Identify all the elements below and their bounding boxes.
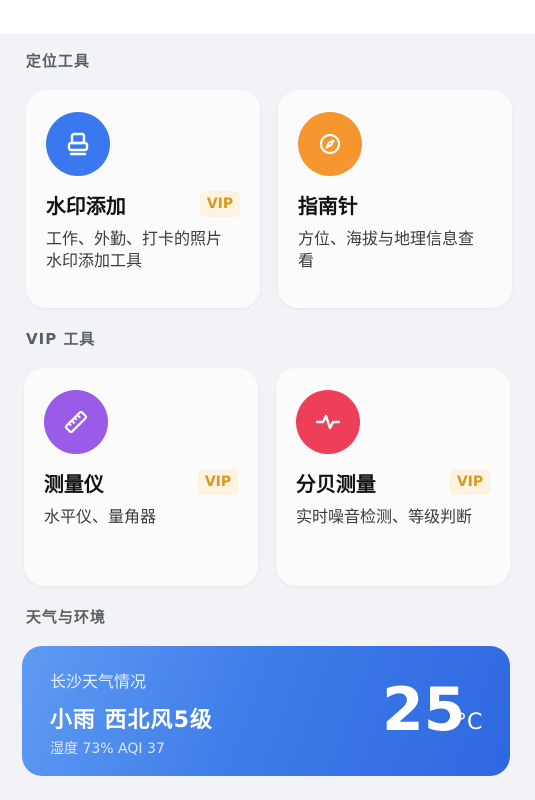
ruler-icon — [44, 390, 108, 454]
card-description: 工作、外勤、打卡的照片水印添加工具 — [46, 229, 223, 270]
section-title-vip: VIP 工具 — [26, 330, 96, 348]
vip-badge: VIP — [450, 469, 490, 495]
card-description: 方位、海拔与地理信息查看 — [298, 229, 475, 270]
card-title: 分贝测量 — [296, 472, 376, 496]
watermark-card[interactable]: 水印添加 VIP 工作、外勤、打卡的照片水印添加工具 — [26, 90, 260, 308]
card-description: 实时噪音检测、等级判断 — [296, 507, 473, 526]
weather-condition: 小雨 西北风5级 — [50, 708, 213, 733]
card-title: 水印添加 — [46, 194, 126, 218]
top-bar — [0, 0, 535, 34]
section-title-location: 定位工具 — [26, 52, 91, 70]
vip-badge: VIP — [200, 191, 240, 217]
compass-icon — [298, 112, 362, 176]
weather-temperature: 25 — [382, 675, 466, 745]
weather-title: 长沙天气情况 — [50, 672, 147, 691]
card-title: 测量仪 — [44, 472, 104, 496]
stamp-icon — [46, 112, 110, 176]
card-description: 水平仪、量角器 — [44, 507, 157, 526]
pulse-icon — [296, 390, 360, 454]
temperature-unit: °C — [456, 710, 483, 735]
section-title-weather: 天气与环境 — [26, 608, 107, 626]
compass-card[interactable]: 指南针 方位、海拔与地理信息查看 — [278, 90, 512, 308]
vip-badge: VIP — [198, 469, 238, 495]
decibel-card[interactable]: 分贝测量 VIP 实时噪音检测、等级判断 — [276, 368, 510, 586]
card-title: 指南针 — [298, 194, 358, 218]
weather-details: 湿度 73% AQI 37 — [50, 741, 165, 757]
weather-card[interactable]: 长沙天气情况 小雨 西北风5级 湿度 73% AQI 37 25 °C — [22, 646, 510, 776]
measure-card[interactable]: 测量仪 VIP 水平仪、量角器 — [24, 368, 258, 586]
